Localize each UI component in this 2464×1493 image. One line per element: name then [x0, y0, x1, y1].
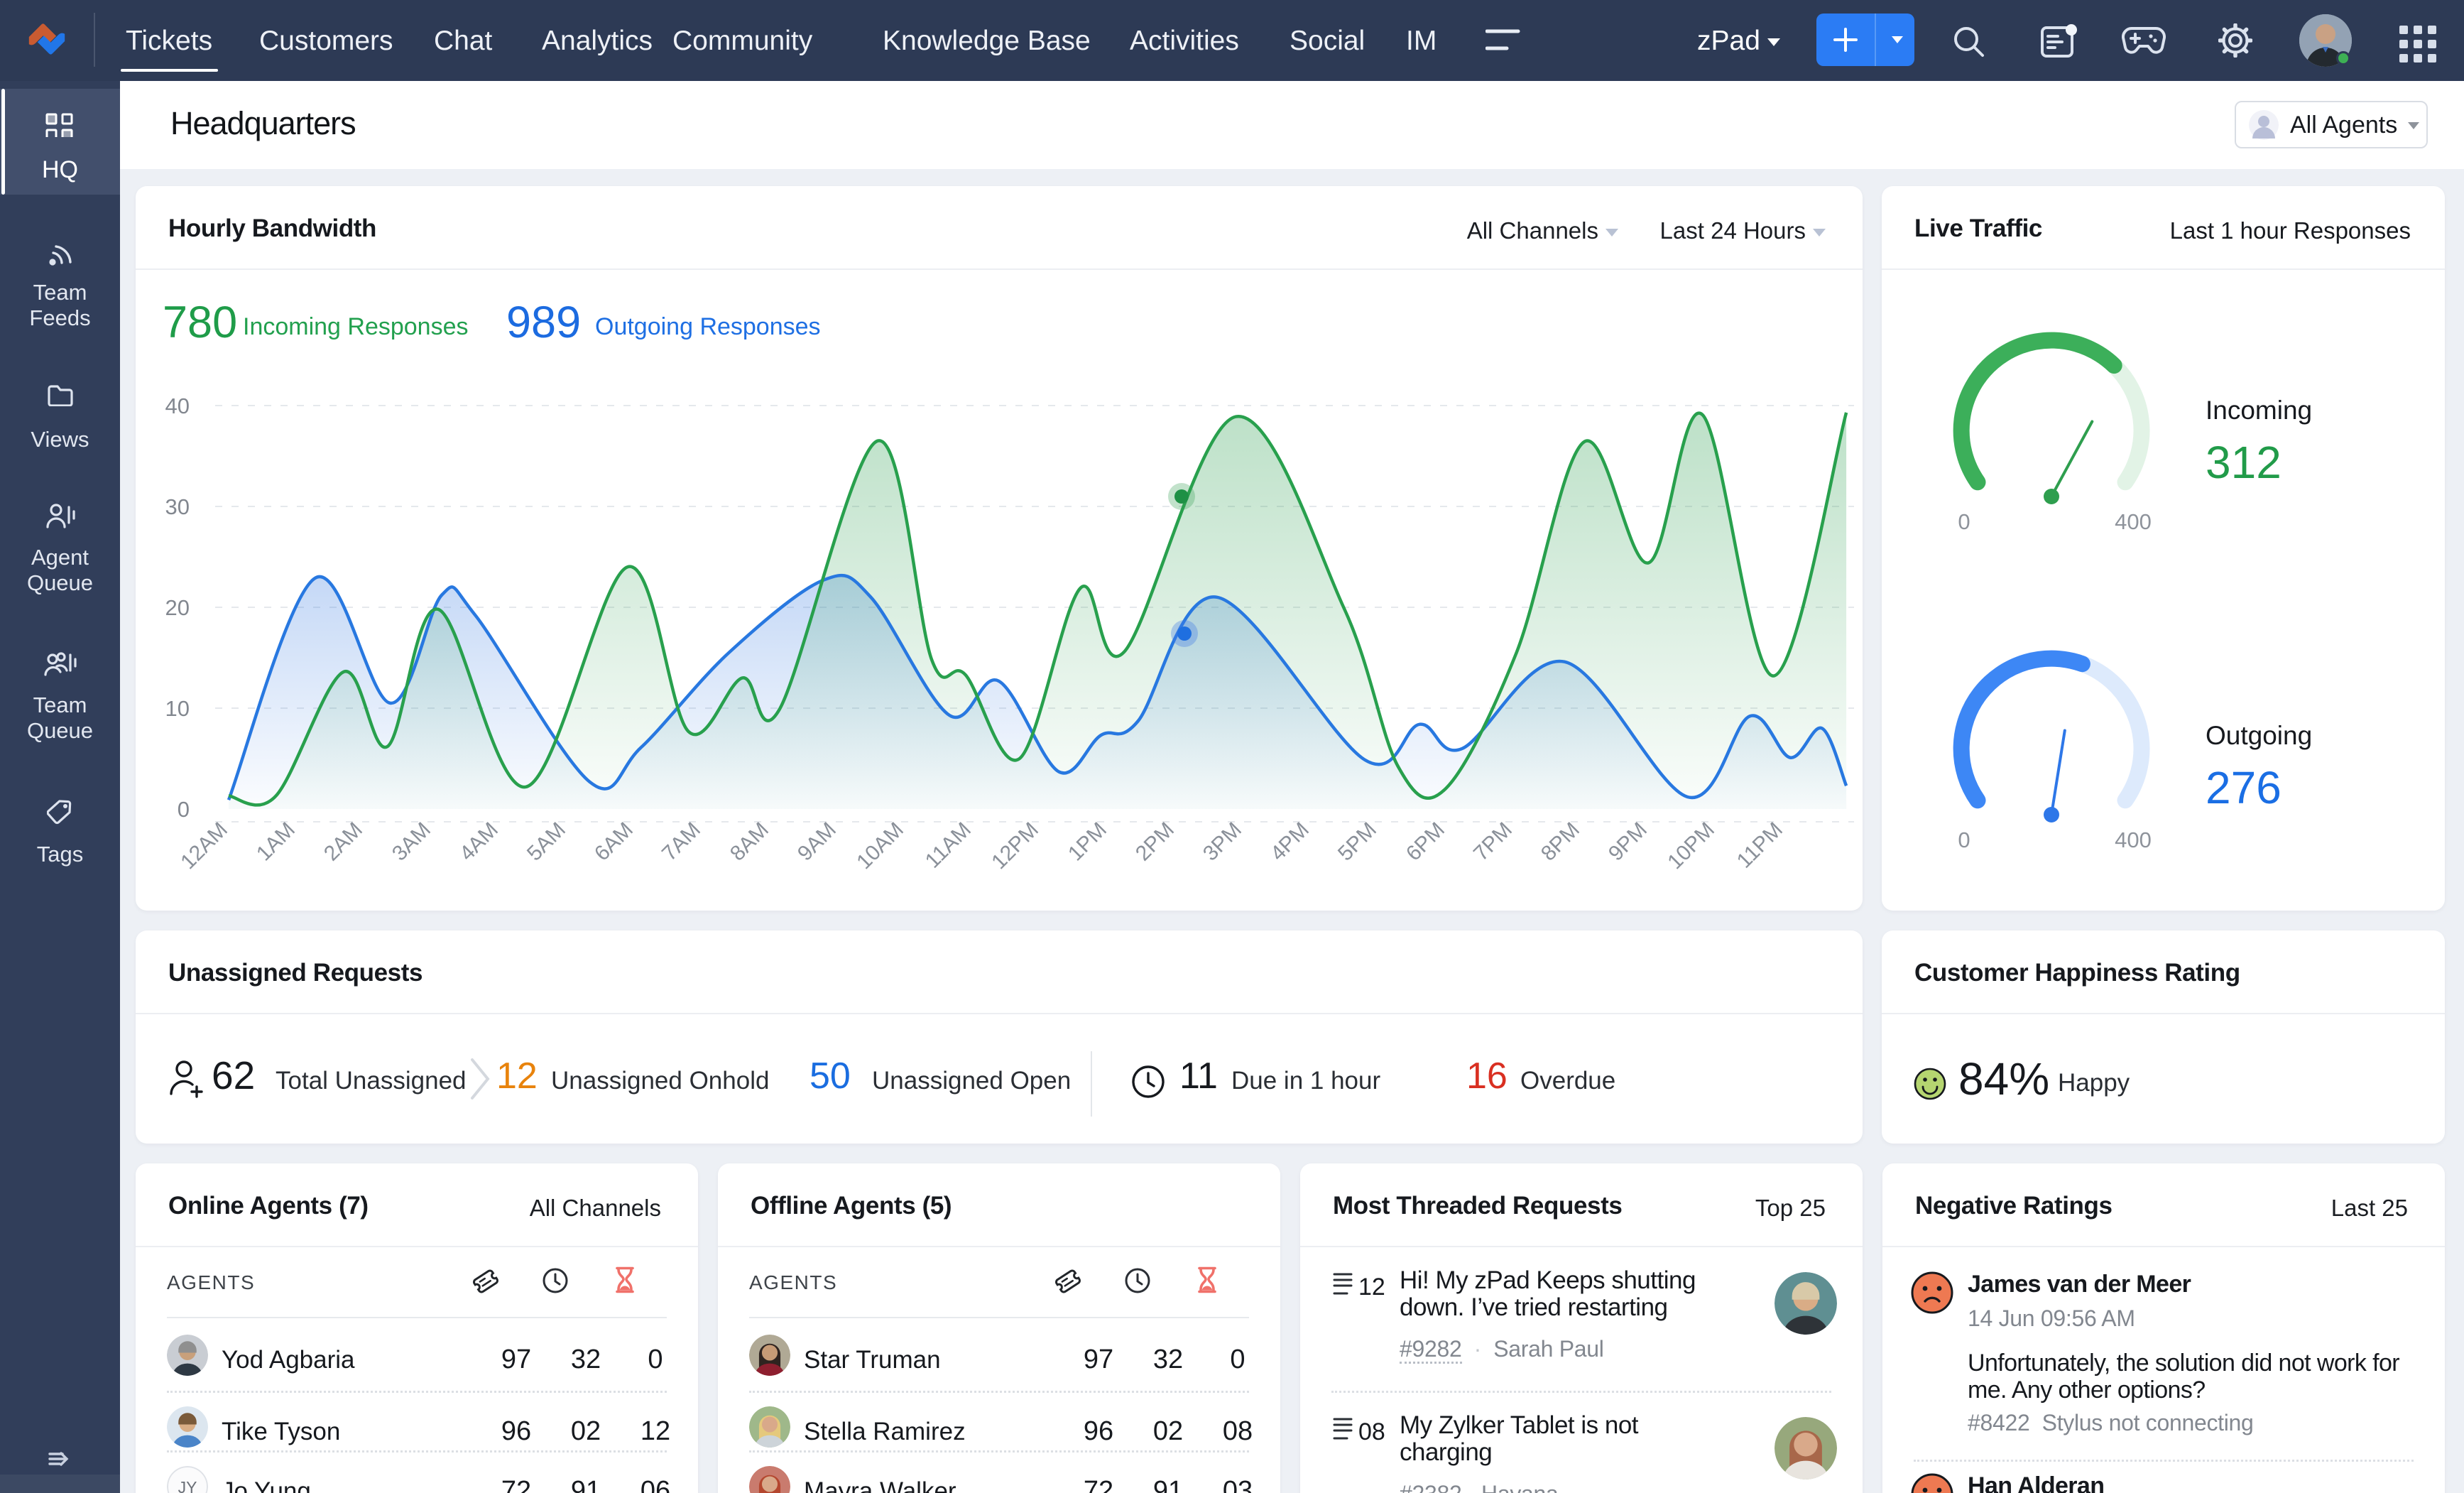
svg-text:40: 40 — [165, 393, 190, 418]
svg-text:12AM: 12AM — [176, 818, 232, 874]
svg-text:400: 400 — [2115, 827, 2152, 852]
svg-text:3PM: 3PM — [1199, 818, 1246, 866]
svg-text:0: 0 — [1958, 509, 1970, 534]
svg-text:20: 20 — [165, 595, 190, 620]
svg-text:6PM: 6PM — [1402, 818, 1449, 866]
svg-text:10PM: 10PM — [1663, 818, 1719, 874]
svg-text:400: 400 — [2115, 509, 2152, 534]
svg-text:10: 10 — [165, 696, 190, 721]
svg-text:5AM: 5AM — [523, 818, 570, 866]
svg-text:7AM: 7AM — [658, 818, 705, 866]
svg-text:4PM: 4PM — [1266, 818, 1314, 866]
svg-text:5PM: 5PM — [1334, 818, 1381, 866]
svg-text:8PM: 8PM — [1537, 818, 1584, 866]
svg-text:1AM: 1AM — [252, 818, 300, 866]
svg-text:3AM: 3AM — [388, 818, 435, 866]
svg-text:0: 0 — [178, 797, 190, 822]
svg-text:2PM: 2PM — [1131, 818, 1179, 866]
svg-text:10AM: 10AM — [852, 818, 908, 874]
svg-text:12PM: 12PM — [987, 818, 1043, 874]
svg-text:1PM: 1PM — [1064, 818, 1111, 866]
svg-text:30: 30 — [165, 494, 190, 519]
svg-text:9PM: 9PM — [1604, 818, 1652, 866]
svg-text:4AM: 4AM — [455, 818, 503, 866]
svg-text:6AM: 6AM — [590, 818, 638, 866]
svg-text:11PM: 11PM — [1733, 818, 1787, 873]
svg-text:11AM: 11AM — [921, 818, 976, 873]
svg-text:9AM: 9AM — [793, 818, 841, 866]
svg-text:7PM: 7PM — [1469, 818, 1517, 866]
svg-text:8AM: 8AM — [726, 818, 773, 866]
svg-text:2AM: 2AM — [320, 818, 367, 866]
svg-text:0: 0 — [1958, 827, 1970, 852]
